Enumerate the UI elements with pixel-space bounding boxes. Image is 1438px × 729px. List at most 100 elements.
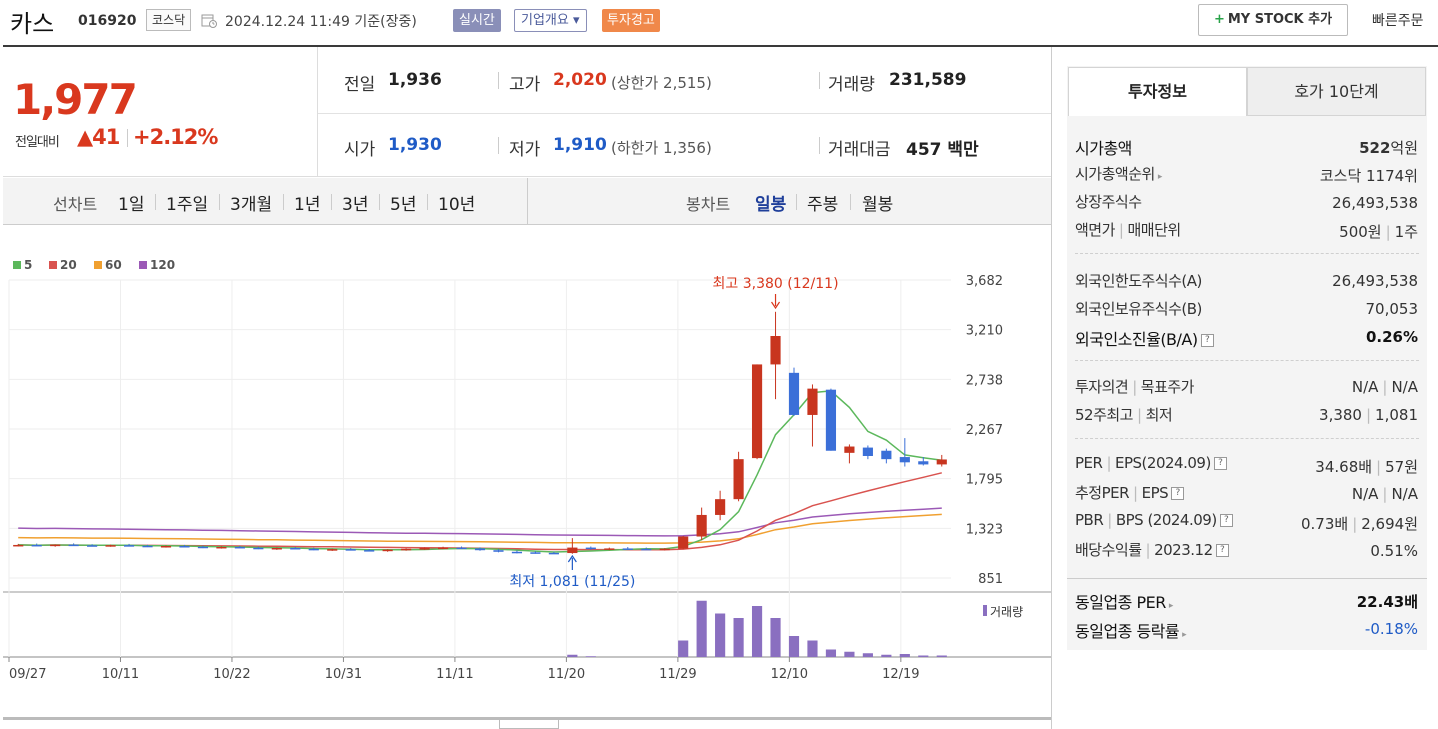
price-panel: 1,977 전일대비 ▲41 +2.12% 전일 1,936 고가 2,020 … <box>3 47 1051 177</box>
volume-bars: 거래량 <box>567 600 1023 657</box>
market-cap-rank-label: 시가총액순위 <box>1075 165 1155 183</box>
foreign-limit-value: 26,493,538 <box>1332 272 1418 290</box>
upper-limit: (상한가 2,515) <box>611 74 712 92</box>
candle-body <box>530 552 541 554</box>
opinion-row-value: N/A | N/A <box>1351 378 1418 396</box>
divider <box>1075 360 1419 361</box>
current-price: 1,977 <box>13 75 138 124</box>
high-label: 고가 <box>509 75 541 95</box>
candle-body <box>271 548 282 550</box>
tab-investment-info[interactable]: 투자정보 <box>1068 67 1247 116</box>
par-value-row-value: 500원 | 1주 <box>1339 223 1418 241</box>
candle-body <box>290 548 301 550</box>
candle-body <box>844 446 855 453</box>
candle-body <box>401 548 412 551</box>
sector-per-link[interactable]: 동일업종 PER ▸ <box>1075 589 1173 613</box>
help-icon[interactable]: ? <box>1213 457 1227 470</box>
low-label: 저가 <box>509 140 541 160</box>
add-my-stock-button[interactable]: + MY STOCK 추가 <box>1198 4 1348 36</box>
week52-row-value: 3,380 | 1,081 <box>1319 406 1418 424</box>
candle-body <box>751 364 763 459</box>
foreign-limit-label: 외국인한도주식수(A) <box>1075 272 1202 290</box>
candle-body <box>788 372 800 415</box>
foreign-held-value: 70,053 <box>1365 300 1419 318</box>
volume-bar <box>585 656 596 657</box>
y-tick-label: 2,738 <box>966 373 1003 388</box>
volume-bar <box>844 651 855 657</box>
change-percent: +2.12% <box>133 125 218 149</box>
market-cap-unit: 억원 <box>1390 139 1418 157</box>
market-cap-number: 522 <box>1359 139 1391 157</box>
pbr-row-label: PBR | BPS (2024.09)? <box>1075 511 1233 529</box>
bps-value: 2,694원 <box>1361 515 1418 533</box>
volume-bar <box>567 654 578 657</box>
foreign-ratio-row-label: 외국인소진율(B/A)? <box>1075 326 1214 350</box>
candle-chart-label: 봉차트 <box>686 195 731 214</box>
chevron-right-icon: ▸ <box>1182 630 1187 640</box>
period-tab-3y[interactable]: 3년 <box>342 190 368 215</box>
help-icon[interactable]: ? <box>1171 487 1185 500</box>
week52-low-label: 최저 <box>1145 406 1173 424</box>
expand-handle[interactable] <box>499 720 559 729</box>
candle-body <box>678 536 689 549</box>
candle-body <box>641 548 652 551</box>
change-label: 전일대비 <box>15 135 60 150</box>
volume-value: 231,589 <box>889 70 967 90</box>
period-tab-3m[interactable]: 3개월 <box>230 190 272 215</box>
volume-legend-label: 거래량 <box>990 605 1023 619</box>
realtime-button[interactable]: 실시간 <box>453 9 501 32</box>
sector-change-link[interactable]: 동일업종 등락률 ▸ <box>1075 618 1187 642</box>
low-annotation: 최저 1,081 (11/25) <box>509 574 635 590</box>
divider <box>1051 47 1052 729</box>
period-tab-1w[interactable]: 1주일 <box>166 190 208 215</box>
divider <box>796 194 797 210</box>
divider <box>331 194 332 210</box>
candle-body <box>364 550 375 552</box>
market-cap-rank-link[interactable]: 시가총액순위 ▸ <box>1075 163 1162 184</box>
company-code: 016920 <box>78 13 137 29</box>
calendar-clock-icon <box>201 14 217 28</box>
stock-header: 카스 016920 코스닥 2024.12.24 11:49 기준(장중) 실시… <box>0 0 1438 44</box>
candle-body <box>105 545 116 547</box>
tab-order-book[interactable]: 호가 10단계 <box>1247 67 1426 116</box>
candle-body <box>327 549 338 551</box>
help-icon[interactable]: ? <box>1219 514 1233 527</box>
legend-label-120: 120 <box>150 258 175 272</box>
y-tick-label: 3,682 <box>966 274 1003 289</box>
foreign-held-label: 외국인보유주식수(B) <box>1075 300 1202 318</box>
volume-bar <box>807 640 818 657</box>
period-tab-10y[interactable]: 10년 <box>438 190 475 215</box>
x-tick-label: 11/11 <box>436 667 473 682</box>
legend-swatch-120 <box>139 261 147 269</box>
candle-body <box>936 459 947 465</box>
market-cap-label: 시가총액 <box>1075 139 1132 158</box>
candle-body <box>31 544 42 547</box>
y-tick-label: 1,323 <box>966 522 1003 537</box>
candle-body <box>197 546 209 549</box>
ma-120-line <box>18 507 942 537</box>
prev-close-label: 전일 <box>344 75 376 95</box>
candle-body <box>456 547 467 550</box>
est-per-row-value: N/A | N/A <box>1351 485 1418 503</box>
company-overview-dropdown[interactable]: 기업개요 ▾ <box>514 9 587 32</box>
per-row-label: PER | EPS(2024.09)? <box>1075 454 1227 472</box>
candle-tab-monthly[interactable]: 월봉 <box>862 190 893 215</box>
period-tab-5y[interactable]: 5년 <box>390 190 416 215</box>
period-tab-1y[interactable]: 1년 <box>294 190 320 215</box>
candle-tab-daily[interactable]: 일봉 <box>755 190 786 215</box>
help-icon[interactable]: ? <box>1215 544 1229 557</box>
quick-order-link[interactable]: 빠른주문 <box>1372 10 1424 30</box>
period-tab-1d[interactable]: 1일 <box>118 190 144 215</box>
chevron-right-icon: ▸ <box>1157 172 1163 182</box>
help-icon[interactable]: ? <box>1200 334 1214 347</box>
candle-body <box>419 548 430 550</box>
candle-body <box>604 548 615 550</box>
divider <box>1075 438 1419 439</box>
candle-body <box>160 546 172 548</box>
add-my-stock-label: MY STOCK 추가 <box>1227 12 1333 27</box>
legend-swatch-60 <box>94 261 102 269</box>
candle-tab-weekly[interactable]: 주봉 <box>807 190 838 215</box>
divider <box>155 194 156 210</box>
candle-body <box>437 547 449 550</box>
candle-body <box>493 550 504 552</box>
